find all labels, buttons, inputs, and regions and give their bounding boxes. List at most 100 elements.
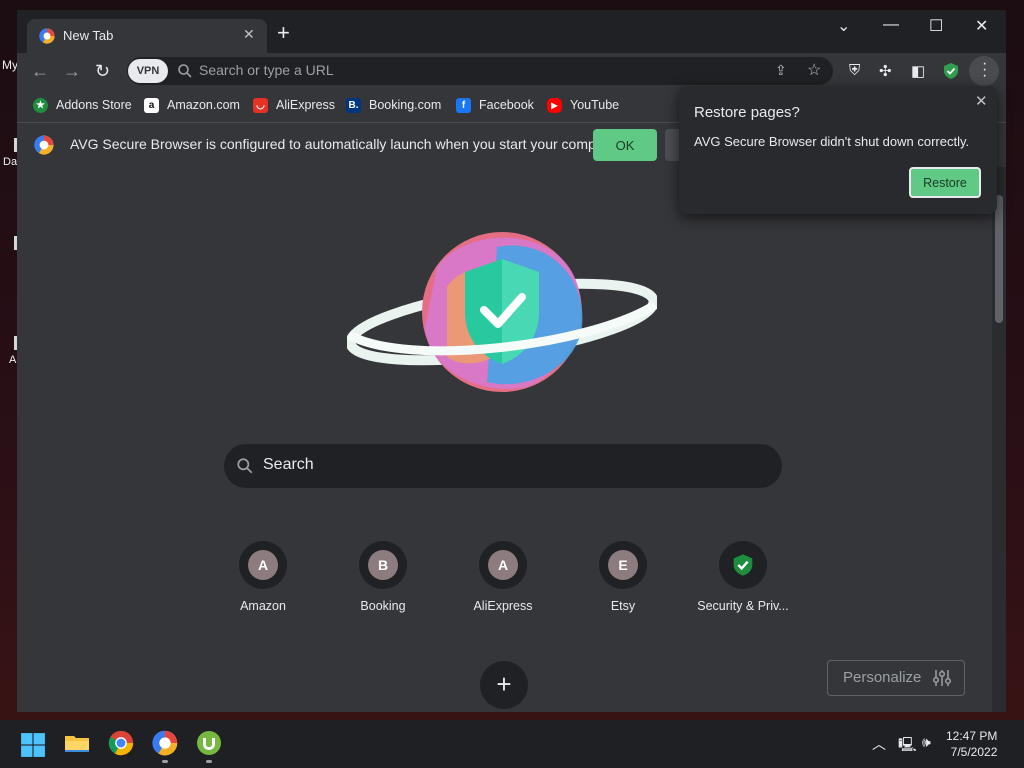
- clock-date: 7/5/2022: [950, 745, 998, 759]
- avg-browser-icon: [34, 135, 54, 155]
- popup-title: Restore pages?: [694, 104, 800, 121]
- tab-close-icon[interactable]: ✕: [243, 26, 255, 43]
- popup-message: AVG Secure Browser didn't shut down corr…: [694, 134, 970, 149]
- shortcut-tile[interactable]: A Amazon: [203, 541, 323, 613]
- scrollbar-thumb[interactable]: [995, 195, 1003, 323]
- network-icon[interactable]: 🖳: [898, 734, 917, 758]
- taskbar: ︿ 🖳 🕪 12:47 PM 7/5/2022: [0, 720, 1024, 768]
- avg-browser-icon: [39, 28, 55, 44]
- bookmark-label: Amazon.com: [167, 98, 240, 112]
- avg-hero-illustration: [347, 232, 657, 392]
- toolbar: ← → ↻ VPN Search or type a URL ⇪ ☆ ⛨ ✣ ◧…: [17, 53, 1006, 90]
- bookmark-amazon[interactable]: a Amazon.com: [144, 97, 240, 113]
- personalize-label: Personalize: [843, 669, 922, 686]
- shortcut-icon-ring: A: [239, 541, 287, 589]
- desktop-label-fragment: Da: [3, 156, 18, 168]
- shortcut-tile[interactable]: E Etsy: [563, 541, 683, 613]
- shortcut-label: Booking: [360, 599, 406, 613]
- show-hidden-icons-chevron-icon[interactable]: ︿: [872, 734, 886, 754]
- shortcut-initial: B: [368, 550, 398, 580]
- back-button[interactable]: ←: [31, 61, 49, 82]
- maximize-button[interactable]: ☐: [929, 16, 943, 36]
- kebab-menu-icon: · · ·: [982, 55, 988, 84]
- shortcut-icon-ring: A: [479, 541, 527, 589]
- bookmark-star-icon[interactable]: ☆: [807, 60, 821, 80]
- page-scrollbar[interactable]: [992, 167, 1006, 712]
- bookmark-label: Booking.com: [369, 98, 442, 112]
- add-shortcut-button[interactable]: +: [480, 661, 528, 709]
- taskbar-clock[interactable]: 12:47 PM 7/5/2022: [946, 728, 997, 760]
- volume-icon[interactable]: 🕪: [922, 734, 931, 751]
- infobar-ok-button[interactable]: OK: [593, 129, 657, 161]
- reload-button[interactable]: ↻: [95, 61, 110, 82]
- new-tab-page: Search A Amazon B Booking A AliExpress E…: [17, 167, 992, 712]
- search-icon: [237, 458, 253, 474]
- shortcut-label: Amazon: [240, 599, 286, 613]
- shortcut-initial: A: [488, 550, 518, 580]
- restore-pages-popup: Restore pages? ✕ AVG Secure Browser didn…: [679, 86, 997, 214]
- minimize-button[interactable]: —: [883, 16, 899, 34]
- security-shield-icon[interactable]: [943, 62, 959, 80]
- running-indicator: [162, 760, 168, 763]
- address-input[interactable]: Search or type a URL: [199, 62, 334, 78]
- shortcut-tile[interactable]: B Booking: [323, 541, 443, 613]
- restore-button[interactable]: Restore: [909, 167, 981, 198]
- ntp-search-box[interactable]: Search: [224, 444, 782, 488]
- aliexpress-icon: ◡: [253, 97, 268, 113]
- running-indicator: [206, 760, 212, 763]
- menu-button[interactable]: · · ·: [969, 56, 999, 86]
- personalize-button[interactable]: Personalize: [827, 660, 965, 696]
- facebook-icon: f: [456, 97, 471, 113]
- bookmark-youtube[interactable]: ▶ YouTube: [547, 97, 619, 113]
- youtube-icon: ▶: [547, 97, 562, 113]
- address-bar[interactable]: VPN Search or type a URL ⇪ ☆: [127, 57, 833, 85]
- sliders-icon: [932, 670, 952, 686]
- shortcut-icon-ring: [719, 541, 767, 589]
- clock-time: 12:47 PM: [946, 729, 998, 743]
- desktop-label-fragment: My: [2, 58, 18, 72]
- share-icon[interactable]: ⇪: [775, 62, 787, 79]
- infobar-message: AVG Secure Browser is configured to auto…: [70, 136, 624, 152]
- addons-store-icon: ★: [33, 97, 48, 113]
- shortcut-icon-ring: B: [359, 541, 407, 589]
- shortcut-tile[interactable]: Security & Priv...: [683, 541, 803, 613]
- bookmark-aliexpress[interactable]: ◡ AliExpress: [253, 97, 335, 113]
- shortcut-initial: A: [248, 550, 278, 580]
- shortcut-label: Security & Priv...: [697, 599, 789, 613]
- new-tab-button[interactable]: +: [277, 22, 290, 44]
- adblock-icon[interactable]: ⛨: [849, 62, 860, 79]
- booking-icon: B.: [346, 97, 361, 113]
- extensions-icon[interactable]: ✣: [879, 62, 892, 80]
- popup-close-icon[interactable]: ✕: [975, 92, 988, 110]
- bookmark-booking[interactable]: B. Booking.com: [346, 97, 441, 113]
- close-window-button[interactable]: ✕: [975, 16, 988, 36]
- shortcut-icon-ring: E: [599, 541, 647, 589]
- shortcut-initial: E: [608, 550, 638, 580]
- security-shield-icon: [733, 554, 753, 576]
- forward-button[interactable]: →: [63, 61, 81, 82]
- desktop-label-fragment: A: [9, 354, 17, 366]
- windows-start-icon[interactable]: [20, 732, 46, 758]
- vpn-button[interactable]: VPN: [128, 59, 168, 83]
- bookmark-label: AliExpress: [276, 98, 336, 112]
- tab-search-dropdown-icon[interactable]: ⌄: [837, 16, 850, 36]
- utorrent-icon[interactable]: [196, 730, 222, 756]
- bookmark-label: YouTube: [570, 98, 620, 112]
- tab-new-tab[interactable]: New Tab ✕: [27, 19, 267, 53]
- avg-browser-taskbar-icon[interactable]: [152, 730, 178, 756]
- bookmark-label: Facebook: [479, 98, 534, 112]
- chrome-icon[interactable]: [108, 730, 134, 756]
- shortcut-tile[interactable]: A AliExpress: [443, 541, 563, 613]
- shortcut-label: Etsy: [610, 599, 636, 613]
- tab-strip: New Tab ✕ + ⌄ — ☐ ✕: [17, 10, 1006, 53]
- amazon-icon: a: [144, 97, 159, 113]
- file-explorer-icon[interactable]: [64, 730, 90, 756]
- search-icon: [178, 64, 192, 78]
- tab-title: New Tab: [63, 28, 114, 43]
- bookmark-addons-store[interactable]: ★ Addons Store: [33, 97, 132, 113]
- bookmark-facebook[interactable]: f Facebook: [456, 97, 534, 113]
- ntp-search-placeholder: Search: [263, 456, 314, 473]
- side-panel-icon[interactable]: ◧: [911, 62, 925, 80]
- bookmark-label: Addons Store: [56, 98, 132, 112]
- shortcut-label: AliExpress: [473, 599, 533, 613]
